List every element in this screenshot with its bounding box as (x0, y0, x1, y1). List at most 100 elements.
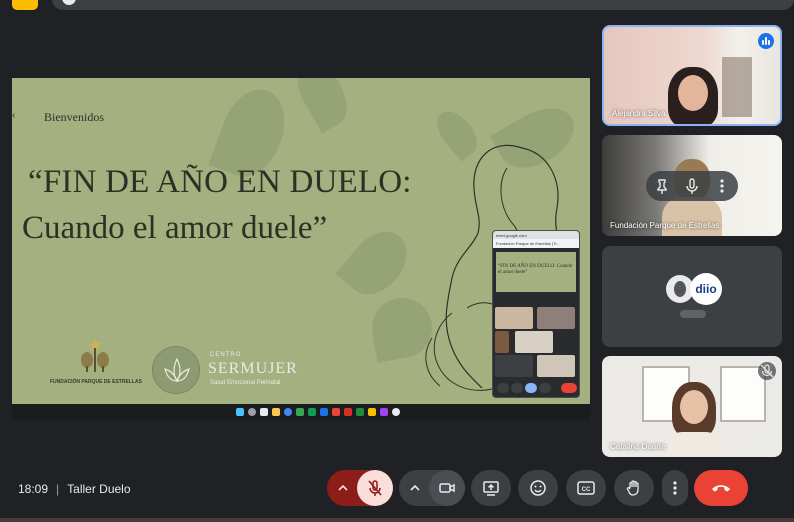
bookshelf (722, 57, 752, 117)
participant-tile[interactable]: Catalina Duarte (602, 356, 782, 457)
app-icon[interactable] (12, 0, 38, 10)
participant-tile[interactable]: Fundación Parque de Estrellas (602, 135, 782, 236)
reactions-button[interactable] (518, 470, 558, 506)
videocam-icon (439, 483, 455, 493)
mini-more-icon (539, 383, 551, 393)
audio-options-button[interactable] (327, 470, 359, 506)
hand-icon (626, 480, 639, 496)
person-body (664, 432, 724, 457)
bottom-control-bar: 18:09 | Taller Duelo CC (0, 458, 794, 522)
mic-icon (686, 178, 698, 194)
mini-mic-icon (497, 383, 509, 393)
camera-group (399, 470, 465, 506)
mini-browser-bar: meet.google.com (493, 231, 579, 239)
app-icon (344, 408, 352, 416)
tile-hover-controls (646, 171, 738, 201)
mini-tile (515, 331, 553, 353)
mini-controls (495, 381, 579, 395)
mic-group (327, 470, 393, 506)
mini-present-icon (525, 383, 537, 393)
top-toolbar[interactable] (52, 0, 794, 10)
taskbar-clock (585, 406, 586, 416)
app-icon (368, 408, 376, 416)
fundacion-logo-sub (50, 385, 140, 389)
more-vert-icon (673, 481, 677, 495)
taskview-icon (260, 408, 268, 416)
mini-tab-title: Fundación Parque de Estrellas (Ti... (493, 239, 579, 248)
slide-title-line1: “FIN DE AÑO EN DUELO: (28, 164, 412, 200)
mini-tile (495, 355, 533, 377)
diio-logo-text: diio (695, 282, 717, 296)
mini-tile (495, 307, 533, 329)
mini-tile (537, 355, 575, 377)
lotus-icon (152, 346, 200, 394)
participant-name: Catalina Duarte (610, 442, 666, 451)
raise-hand-button[interactable] (614, 470, 654, 506)
meeting-info: 18:09 | Taller Duelo (18, 482, 131, 496)
svg-text:CC: CC (582, 487, 591, 493)
camera-toggle-button[interactable] (429, 470, 465, 506)
folder-icon (272, 408, 280, 416)
present-button[interactable] (471, 470, 511, 506)
chrome-icon (284, 408, 292, 416)
mini-cam-icon (511, 383, 523, 393)
mini-slide: “FIN DE AÑO EN DUELO: Cuando el amor due… (496, 252, 576, 292)
pin-icon (657, 179, 667, 194)
fundacion-logo: FUNDACIÓN PARQUE DE ESTRELLAS (50, 336, 142, 389)
app-icon (320, 408, 328, 416)
app-icon (392, 408, 400, 416)
windows-taskbar (12, 404, 590, 420)
more-options-button[interactable] (662, 470, 688, 506)
chevron-up-icon (410, 484, 420, 491)
app-icon (380, 408, 388, 416)
app-icon (296, 408, 304, 416)
tile-options-icon[interactable] (760, 439, 776, 451)
person-body (662, 197, 722, 236)
participant-name: Fundación Parque de Estrellas (610, 221, 720, 230)
app-icon (308, 408, 316, 416)
more-vert-icon (720, 179, 724, 193)
captions-button[interactable]: CC (566, 470, 606, 506)
shared-screen: ‹ Bienvenidos “FIN DE AÑO EN DUELO: Cuan… (12, 78, 590, 420)
meeting-separator: | (56, 482, 60, 496)
meeting-time: 18:09 (18, 482, 49, 496)
app-icon (356, 408, 364, 416)
participant-name: Alejandra Silva (612, 109, 666, 118)
participant-tile[interactable]: diio (602, 246, 782, 347)
person-face (678, 75, 708, 111)
muted-icon (758, 362, 776, 380)
trees-icon (81, 338, 109, 372)
mute-participant-button[interactable] (682, 176, 702, 196)
windows-start-icon (236, 408, 244, 416)
closed-captions-icon: CC (577, 481, 595, 495)
leave-call-button[interactable] (694, 470, 748, 506)
search-icon (248, 408, 256, 416)
pin-button[interactable] (652, 176, 672, 196)
participant-more-button[interactable] (712, 176, 732, 196)
top-strip (0, 0, 794, 12)
chevron-up-icon (338, 484, 348, 491)
mini-tile (537, 307, 575, 329)
presentation-slide: ‹ Bienvenidos “FIN DE AÑO EN DUELO: Cuan… (12, 78, 590, 404)
person-face (680, 390, 708, 424)
sermujer-logo: CENTRO SERMUJER Salud Emocional Perinata… (152, 346, 302, 396)
slide-cursor-mark: ‹ (12, 110, 16, 121)
call-end-icon (712, 485, 730, 492)
mic-toggle-button[interactable] (357, 470, 393, 506)
participant-tile[interactable]: Alejandra Silva (602, 25, 782, 126)
sermujer-label: CENTRO (210, 352, 242, 358)
meet-window: ‹ Bienvenidos “FIN DE AÑO EN DUELO: Cuan… (0, 0, 794, 522)
sermujer-name: SERMUJER (208, 360, 298, 377)
mini-meet-window: meet.google.com Fundación Parque de Estr… (492, 230, 580, 398)
diio-avatar: diio (690, 273, 722, 305)
speaking-indicator-icon (758, 33, 774, 49)
mini-leave-icon (561, 383, 577, 393)
present-screen-icon (483, 481, 499, 496)
emoji-icon (530, 480, 546, 496)
mic-off-icon (368, 480, 382, 496)
slide-title-line2: Cuando el amor duele” (22, 210, 328, 246)
bottom-edge (0, 518, 794, 522)
meeting-title[interactable]: Taller Duelo (67, 482, 130, 496)
video-options-button[interactable] (399, 470, 431, 506)
more-participants-pill (680, 310, 706, 318)
